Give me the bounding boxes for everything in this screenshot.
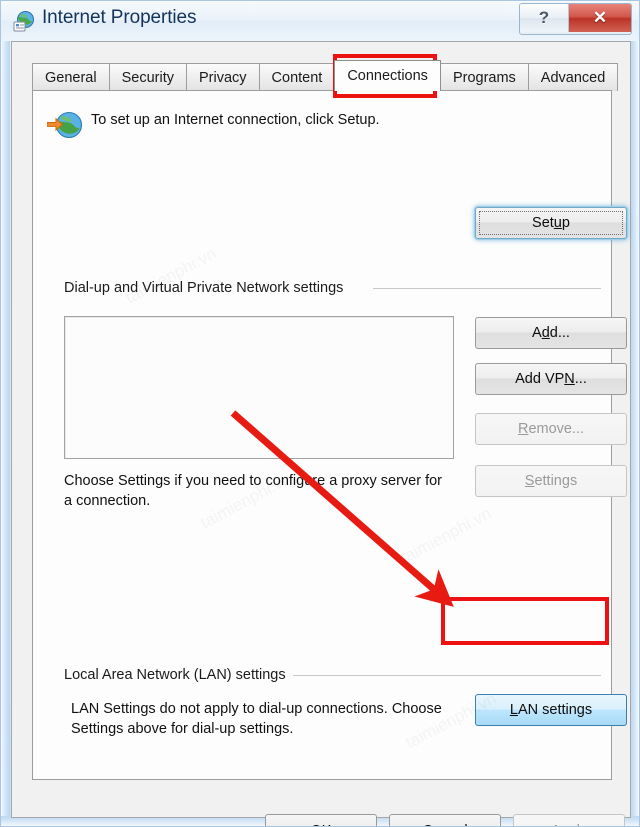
internet-properties-icon	[13, 10, 35, 32]
title-bar: Internet Properties ? ✕	[1, 1, 639, 41]
tab-connections[interactable]: Connections	[334, 60, 441, 91]
close-button[interactable]: ✕	[569, 4, 631, 32]
proxy-hint-text: Choose Settings if you need to configure…	[64, 473, 443, 509]
tab-label: Connections	[347, 68, 428, 84]
setup-button-label: Setup	[532, 215, 570, 231]
tab-label: Programs	[452, 69, 516, 86]
help-button[interactable]: ?	[520, 4, 569, 32]
tab-label: Advanced	[540, 69, 606, 86]
ok-button-label: OK	[311, 823, 332, 827]
lan-settings-button-label: LAN settings	[509, 702, 593, 718]
cancel-button-label: Cancel	[422, 823, 467, 827]
tab-content[interactable]: Content	[258, 63, 336, 91]
add-vpn-button[interactable]: Add VPN...	[475, 363, 627, 395]
internet-properties-window: Internet Properties ? ✕ General Security…	[0, 0, 640, 827]
window-glass-right-edge	[630, 1, 639, 826]
setup-button[interactable]: Setup	[475, 207, 627, 239]
apply-button: Apply	[513, 814, 625, 827]
window-title: Internet Properties	[42, 7, 197, 28]
caption-button-group: ? ✕	[519, 3, 632, 35]
ok-button[interactable]: OK	[265, 814, 377, 827]
dialup-connections-listbox[interactable]	[64, 316, 454, 459]
remove-button-label: Remove...	[517, 421, 585, 437]
tab-security[interactable]: Security	[108, 63, 187, 91]
apply-button-label: Apply	[551, 823, 587, 827]
tab-general[interactable]: General	[32, 63, 110, 91]
tab-strip: General Security Privacy Content Connect…	[32, 60, 619, 91]
setup-description: To set up an Internet connection, click …	[91, 112, 380, 128]
tab-label: Security	[121, 69, 174, 86]
lan-settings-button[interactable]: LAN settings	[475, 694, 627, 726]
tab-programs[interactable]: Programs	[439, 63, 529, 91]
cancel-button[interactable]: Cancel	[389, 814, 501, 827]
window-glass-left-edge	[1, 1, 10, 826]
lan-group-label: Local Area Network (LAN) settings	[64, 667, 286, 683]
add-vpn-button-label: Add VPN...	[515, 371, 587, 387]
tab-label: Content	[271, 69, 323, 86]
add-button[interactable]: Add...	[475, 317, 627, 349]
dialog-inner: General Security Privacy Content Connect…	[12, 42, 630, 826]
tab-privacy[interactable]: Privacy	[185, 63, 260, 91]
settings-button: Settings	[475, 465, 627, 497]
tab-advanced[interactable]: Advanced	[527, 63, 619, 91]
settings-button-label: Settings	[524, 473, 578, 489]
remove-button: Remove...	[475, 413, 627, 445]
dialup-group-line	[373, 288, 601, 289]
connections-tab-page: To set up an Internet connection, click …	[32, 90, 627, 780]
lan-group-line	[293, 675, 601, 676]
add-button-label: Add...	[532, 325, 570, 341]
dialup-group-label: Dial-up and Virtual Private Network sett…	[64, 280, 344, 296]
tab-label: General	[45, 69, 97, 86]
globe-with-arrow-icon	[46, 109, 83, 143]
lan-description: LAN Settings do not apply to dial-up con…	[71, 701, 442, 737]
dialog-body: General Security Privacy Content Connect…	[11, 41, 631, 826]
tab-label: Privacy	[198, 69, 247, 86]
